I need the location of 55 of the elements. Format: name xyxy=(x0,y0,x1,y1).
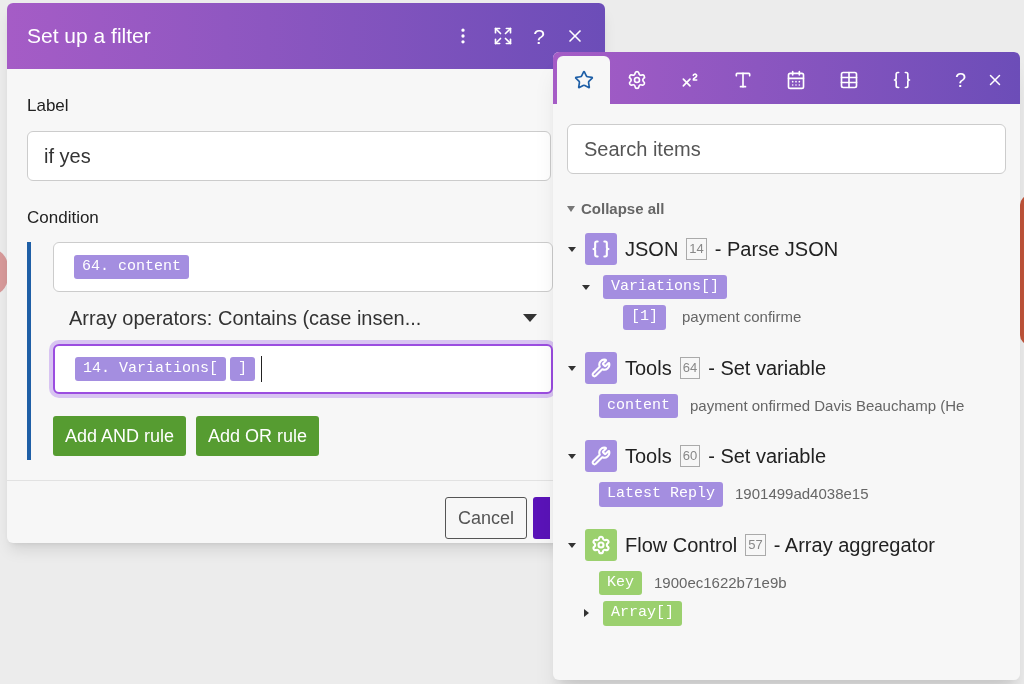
field-label: Condition xyxy=(27,206,99,229)
operator-select[interactable]: Array operators: Contains (case insen... xyxy=(53,298,553,338)
help-button[interactable]: ? xyxy=(533,25,545,47)
variable-value: 1901499ad4038e15 xyxy=(735,484,869,504)
caret-icon xyxy=(567,206,575,213)
braces-icon xyxy=(591,238,611,259)
module-action: - Set variable xyxy=(708,355,826,381)
module-action: - Array aggregator xyxy=(773,532,935,558)
module-action: - Set variable xyxy=(708,444,826,469)
label-input[interactable]: if yes xyxy=(27,130,551,181)
braces-icon xyxy=(891,70,912,90)
expand-icon[interactable] xyxy=(493,26,514,46)
help-button[interactable]: ? xyxy=(954,70,966,90)
variable-pill[interactable]: 14. Variations[ xyxy=(75,356,227,382)
collapse-all-link[interactable]: Collapse all xyxy=(581,198,665,221)
field-label: Label xyxy=(27,95,69,117)
variable-pill[interactable]: [1] xyxy=(623,305,666,330)
variable-pill[interactable]: content xyxy=(599,393,678,418)
module-name: Tools xyxy=(625,355,672,381)
variable-pill[interactable]: Key xyxy=(599,570,642,595)
search-field[interactable]: Search items xyxy=(567,124,1006,174)
variable-value: payment confirme xyxy=(682,307,802,327)
module-number: 60 xyxy=(679,445,701,467)
variable-pill[interactable]: Array[] xyxy=(603,601,682,626)
variable-pill[interactable]: ] xyxy=(230,356,256,382)
caret-icon xyxy=(523,314,537,322)
caret-icon[interactable] xyxy=(567,451,577,461)
variable-pill[interactable]: Variations[] xyxy=(603,274,728,299)
module-name: Flow Control xyxy=(625,532,738,558)
operand-field[interactable]: 64. content xyxy=(53,242,553,292)
module-name: Tools xyxy=(625,444,672,469)
table-icon xyxy=(838,70,859,90)
text-cursor xyxy=(261,356,263,382)
calendar-icon xyxy=(785,70,806,90)
gear-icon xyxy=(626,70,647,90)
gear-icon xyxy=(591,534,611,555)
dialog-title: Set up a filter xyxy=(27,23,152,50)
star-icon xyxy=(573,70,594,90)
confirm-button[interactable] xyxy=(533,497,551,539)
add-rule-button[interactable]: Add AND rule xyxy=(53,416,187,456)
wrench-icon xyxy=(591,357,611,378)
add-rule-button[interactable]: Add OR rule xyxy=(196,416,320,456)
module-number: 57 xyxy=(745,533,766,556)
module-number: 14 xyxy=(686,237,707,260)
caret-icon[interactable] xyxy=(581,608,591,619)
wrench-icon xyxy=(591,446,611,466)
variable-value: 1900ec1622b71e9b xyxy=(654,572,787,593)
variable-pill[interactable]: 64. content xyxy=(74,254,190,280)
module-number: 64 xyxy=(679,356,701,379)
module-action: - Parse JSON xyxy=(714,236,839,262)
module-name: JSON xyxy=(625,236,679,262)
panel-tab[interactable] xyxy=(557,56,610,104)
variable-pill[interactable]: Latest Reply xyxy=(599,482,724,507)
variable-value: payment onfirmed Davis Beauchamp (He xyxy=(690,395,965,416)
cancel-button[interactable]: Cancel xyxy=(445,497,528,539)
